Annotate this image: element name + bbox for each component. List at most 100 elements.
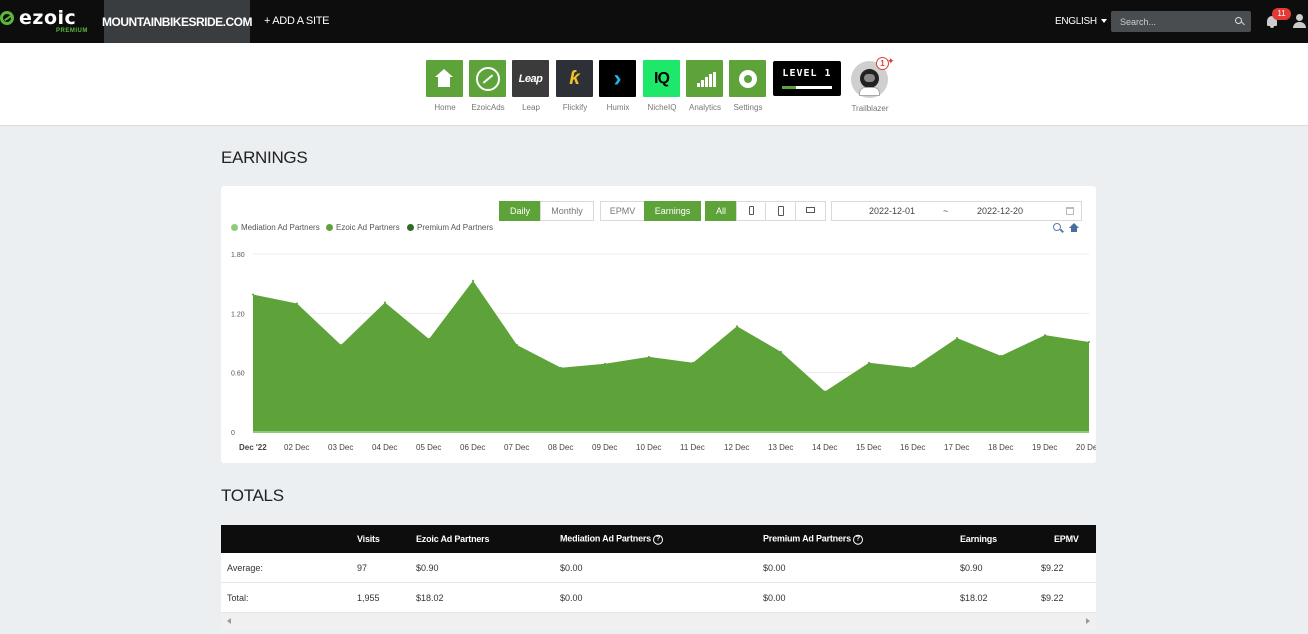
- ezoic-logo-icon: [0, 11, 14, 25]
- data-point: [692, 361, 694, 364]
- notification-badge: 11: [1272, 8, 1291, 20]
- x-tick-label: 12 Dec: [724, 443, 749, 452]
- add-site-link[interactable]: + ADD A SITE: [264, 15, 329, 27]
- scroll-left-icon[interactable]: [227, 618, 231, 624]
- table-row: Average: 97 $0.90 $0.00 $0.00 $0.90 $9.2…: [221, 553, 1096, 583]
- x-tick-label: 11 Dec: [680, 443, 705, 452]
- level-text: LEVEL 1: [782, 68, 832, 79]
- data-point: [428, 338, 430, 341]
- x-tick-label: 16 Dec: [900, 443, 925, 452]
- cell-ezoic: $18.02: [416, 592, 444, 603]
- cell-earnings: $18.02: [960, 592, 988, 603]
- x-tick-label: 17 Dec: [944, 443, 969, 452]
- x-tick-label: 13 Dec: [768, 443, 793, 452]
- earnings-heading: EARNINGS: [221, 148, 308, 167]
- x-tick-label: 06 Dec: [460, 443, 485, 452]
- col-premium-ad-partners: Premium Ad Partners?: [763, 534, 863, 545]
- cell-premium: $0.00: [763, 592, 786, 603]
- level-progress-bar: [782, 86, 832, 89]
- ezoicads-icon: [469, 60, 506, 97]
- nicheiq-icon: IQ: [643, 60, 680, 97]
- app-leap[interactable]: Leap Leap: [512, 60, 550, 112]
- gear-icon: [729, 60, 766, 97]
- logo-text: ezoic: [19, 7, 77, 29]
- data-point: [384, 301, 386, 304]
- horizontal-scrollbar[interactable]: [221, 613, 1096, 630]
- ezoic-logo[interactable]: ezoic PREMIUM: [0, 0, 104, 43]
- app-launcher-bar: Home EzoicAds Leap Leap ƙ Flickify › Hum…: [0, 43, 1308, 126]
- app-label: Settings: [733, 103, 763, 112]
- data-point: [252, 293, 254, 296]
- data-point: [604, 362, 606, 365]
- x-tick-label: Dec '22: [239, 443, 267, 452]
- data-point: [648, 355, 650, 358]
- leap-icon: Leap: [512, 60, 549, 97]
- language-label: ENGLISH: [1055, 16, 1097, 27]
- home-icon: [426, 60, 463, 97]
- data-point: [340, 343, 342, 346]
- data-point: [912, 366, 914, 369]
- data-point: [780, 350, 782, 353]
- top-navbar: ezoic PREMIUM MOUNTAINBIKESRIDE.COM + AD…: [0, 0, 1308, 43]
- data-point: [472, 279, 474, 282]
- row-label: Total:: [227, 592, 249, 603]
- earnings-area-chart: 0 0.60 1.20 1.80 Dec '22 02 Dec 03 Dec 04 Dec 05…: [231, 252, 1096, 452]
- language-dropdown[interactable]: ENGLISH: [1055, 16, 1107, 27]
- earnings-chart-card: Daily Monthly EPMV Earnings All 2022-12-…: [221, 186, 1096, 463]
- y-tick-label: 0.60: [231, 371, 245, 378]
- x-tick-label: 05 Dec: [416, 443, 441, 452]
- app-humix[interactable]: › Humix: [599, 60, 637, 112]
- data-point: [560, 366, 562, 369]
- x-tick-label: 07 Dec: [504, 443, 529, 452]
- app-settings[interactable]: Settings: [729, 60, 767, 112]
- data-point: [1088, 341, 1090, 344]
- data-point: [868, 361, 870, 364]
- data-point: [1044, 334, 1046, 337]
- cell-mediation: $0.00: [560, 562, 583, 573]
- user-icon[interactable]: [1293, 14, 1306, 28]
- site-selector[interactable]: MOUNTAINBIKESRIDE.COM: [102, 0, 252, 43]
- scroll-right-icon[interactable]: [1086, 618, 1090, 624]
- logo-premium-label: PREMIUM: [56, 28, 88, 34]
- table-row: Total: 1,955 $18.02 $0.00 $0.00 $18.02 $…: [221, 583, 1096, 613]
- series-area-ezoic: [253, 280, 1089, 432]
- cell-mediation: $0.00: [560, 592, 583, 603]
- data-point: [956, 337, 958, 340]
- data-point: [516, 343, 518, 346]
- x-tick-label: 15 Dec: [856, 443, 881, 452]
- data-point: [736, 325, 738, 328]
- col-mediation-ad-partners: Mediation Ad Partners?: [560, 534, 663, 545]
- search-box: [1111, 11, 1251, 32]
- x-tick-label: 03 Dec: [328, 443, 353, 452]
- data-point: [824, 390, 826, 393]
- y-tick-label: 1.80: [231, 252, 245, 259]
- col-ezoic-ad-partners: Ezoic Ad Partners: [416, 534, 490, 544]
- data-point: [296, 302, 298, 305]
- help-icon[interactable]: ?: [652, 534, 663, 545]
- totals-table: Visits Ezoic Ad Partners Mediation Ad Pa…: [221, 525, 1096, 613]
- data-point: [1000, 354, 1002, 357]
- flickify-icon: ƙ: [556, 60, 593, 97]
- x-tick-label: 18 Dec: [988, 443, 1013, 452]
- search-input[interactable]: [1120, 14, 1230, 29]
- x-tick-label: 02 Dec: [284, 443, 309, 452]
- cell-ezoic: $0.90: [416, 562, 439, 573]
- cell-visits: 1,955: [357, 592, 380, 603]
- search-icon[interactable]: [1235, 17, 1242, 24]
- y-tick-label: 0: [231, 430, 235, 437]
- cell-epmv: $9.22: [1041, 592, 1064, 603]
- trailblazer-label: Trailblazer: [851, 104, 889, 113]
- x-tick-label: 08 Dec: [548, 443, 573, 452]
- cell-earnings: $0.90: [960, 562, 983, 573]
- x-tick-label: 09 Dec: [592, 443, 617, 452]
- x-tick-label: 04 Dec: [372, 443, 397, 452]
- col-visits: Visits: [357, 534, 380, 544]
- row-label: Average:: [227, 562, 263, 573]
- col-earnings: Earnings: [960, 534, 997, 544]
- analytics-icon: [686, 60, 723, 97]
- x-tick-label: 20 Dec: [1076, 443, 1096, 452]
- help-icon[interactable]: ?: [852, 534, 863, 545]
- level-badge[interactable]: LEVEL 1: [773, 61, 841, 96]
- humix-icon: ›: [599, 60, 636, 97]
- col-epmv: EPMV: [1054, 534, 1079, 544]
